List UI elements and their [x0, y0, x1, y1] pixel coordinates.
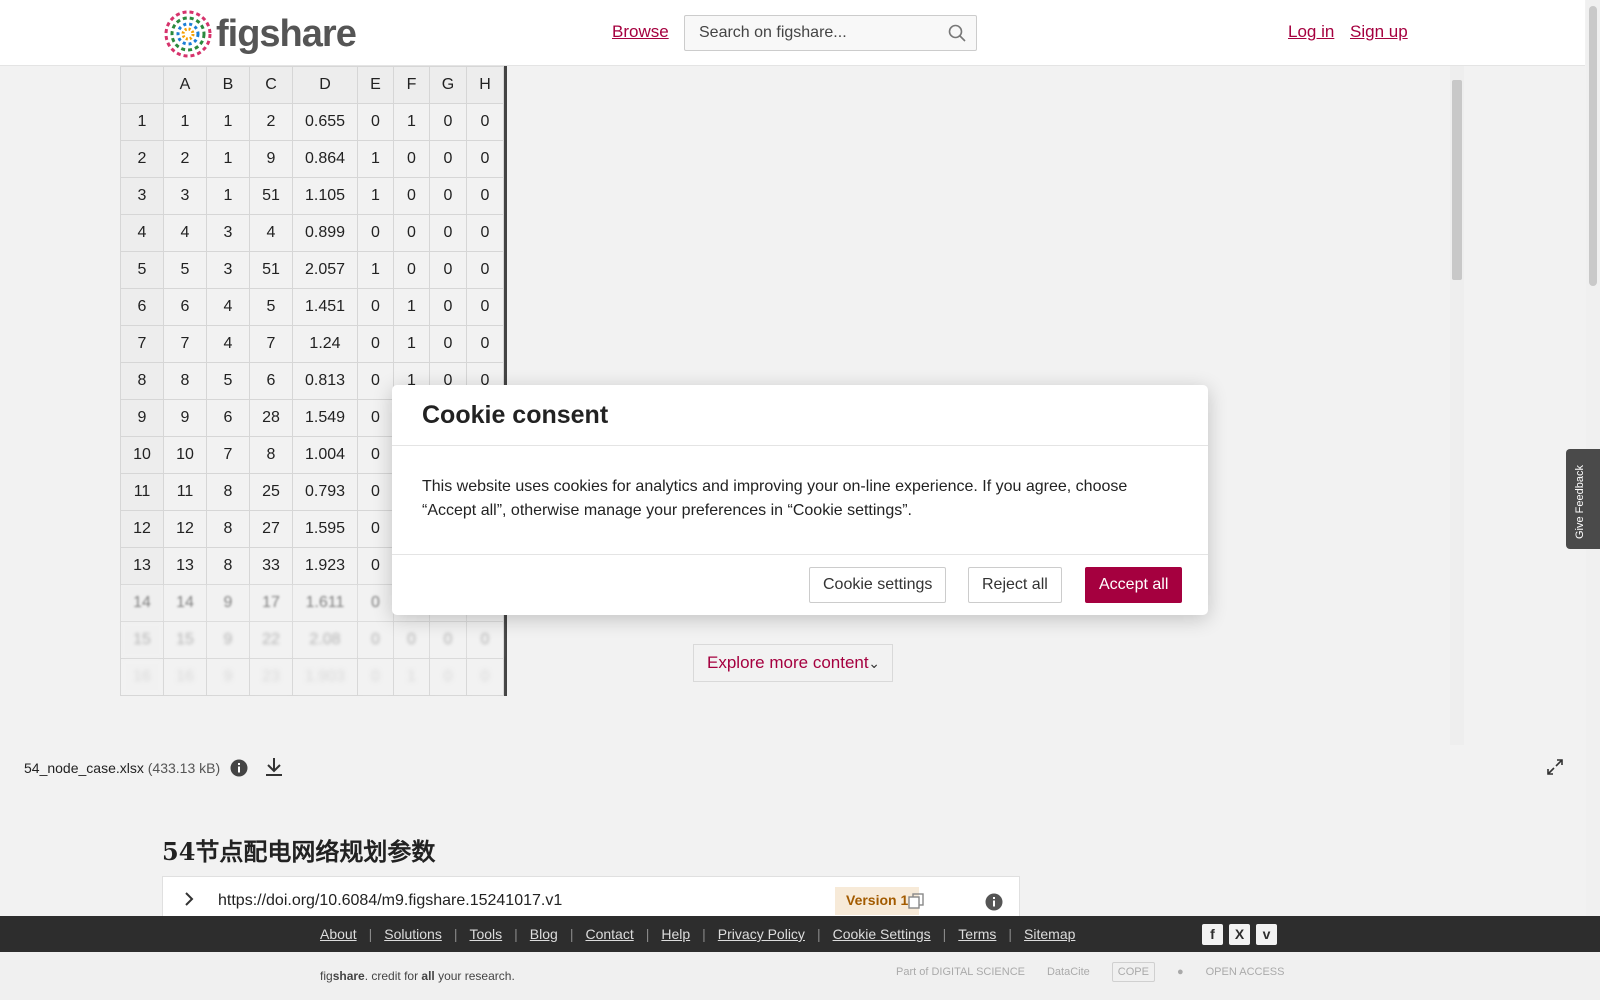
cookie-consent-dialog: Cookie consent This website uses cookies… [392, 385, 1208, 615]
dialog-divider [392, 554, 1208, 555]
cookie-settings-button[interactable]: Cookie settings [809, 567, 947, 603]
cookie-dialog-body: This website uses cookies for analytics … [422, 478, 1128, 519]
modal-overlay: Cookie consent This website uses cookies… [0, 0, 1600, 1000]
dialog-divider [392, 445, 1208, 446]
accept-all-button[interactable]: Accept all [1085, 567, 1183, 603]
reject-all-button[interactable]: Reject all [968, 567, 1062, 603]
cookie-dialog-title: Cookie consent [422, 401, 609, 429]
